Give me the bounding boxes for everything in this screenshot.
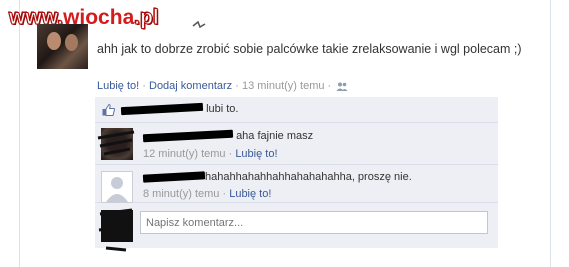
post-meta: Lubię to! · Dodaj komentarz · 13 minut(y…: [97, 80, 348, 92]
comment-body: aha fajnie masz 12 minut(y) temu · Lubię…: [142, 129, 488, 161]
post-text: ahh jak to dobrze zrobić sobie palcówke …: [97, 42, 522, 56]
comment-meta: 8 minut(y) temu · Lubię to!: [143, 188, 272, 200]
default-avatar-icon: [106, 177, 128, 202]
redacted-commenter-name[interactable]: [142, 171, 206, 183]
redaction-scribble: [192, 20, 206, 29]
comment-body: hahahhahahhahhahahahahha, proszę nie. 8 …: [142, 170, 488, 201]
page-right-border: [550, 0, 551, 267]
thumbs-up-icon: [102, 104, 115, 116]
meta-separator: ·: [327, 80, 332, 92]
redacted-names: [120, 102, 204, 116]
comment-input[interactable]: [140, 211, 488, 234]
comment-timestamp[interactable]: 8 minut(y) temu: [143, 188, 219, 200]
comment-text: hahahhahahhahhahahahahha, proszę nie.: [205, 171, 412, 183]
write-comment-row: [95, 202, 498, 248]
meta-separator: ·: [235, 80, 239, 92]
comment-like-link[interactable]: Lubię to!: [235, 148, 277, 160]
comment-meta: 12 minut(y) temu · Lubię to!: [143, 148, 278, 160]
likes-text: lubi to.: [120, 102, 239, 116]
redaction-scribble: [97, 130, 135, 156]
likes-row: lubi to.: [95, 97, 498, 123]
redacted-commenter-name[interactable]: [142, 129, 234, 143]
post-like-link[interactable]: Lubię to!: [97, 80, 139, 92]
meta-separator: ·: [142, 80, 146, 92]
commenter-avatar[interactable]: [101, 171, 133, 203]
comment-text: aha fajnie masz: [236, 130, 314, 142]
post-timestamp[interactable]: 13 minut(y) temu: [242, 80, 325, 92]
post-comment-link[interactable]: Dodaj komentarz: [149, 80, 232, 92]
people-icon[interactable]: [336, 82, 348, 91]
redaction-scribble: [98, 208, 133, 252]
watermark-part-3: .pl: [134, 6, 159, 30]
comment-item: aha fajnie masz 12 minut(y) temu · Lubię…: [95, 122, 498, 165]
comment-item: hahahhahahhahhahahahahha, proszę nie. 8 …: [95, 165, 498, 203]
comment-timestamp[interactable]: 12 minut(y) temu: [143, 148, 226, 160]
page-left-border: [19, 0, 20, 267]
comment-like-link[interactable]: Lubię to!: [229, 188, 271, 200]
author-avatar[interactable]: [37, 24, 88, 69]
comments-box: lubi to. aha fajnie masz 12 minut(y) tem…: [95, 97, 498, 248]
likes-label: lubi to.: [206, 103, 239, 115]
